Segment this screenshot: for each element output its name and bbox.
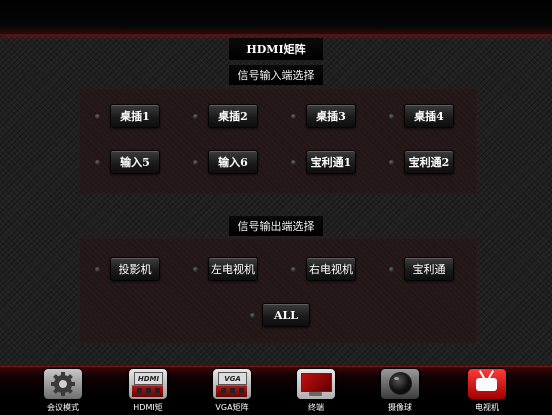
input-2-indicator (193, 114, 198, 119)
tv-icon (467, 368, 507, 400)
nav-item-label: VGA矩阵 (215, 403, 249, 412)
output-section-label: 信号输出端选择 (229, 216, 323, 236)
hdmi-card-icon: HDMI (128, 368, 168, 400)
input-6-button[interactable]: 输入6 (208, 150, 258, 174)
input-7-button[interactable]: 宝利通1 (306, 150, 356, 174)
output-2-indicator (193, 267, 198, 272)
input-7-indicator (291, 160, 296, 165)
nav-item-label: HDMI矩 (133, 403, 163, 412)
nav-item-vga-matrix[interactable]: VGA VGA矩阵 (202, 368, 262, 414)
input-6-indicator (193, 160, 198, 165)
input-1-button[interactable]: 桌插1 (110, 104, 160, 128)
input-3-button[interactable]: 桌插3 (306, 104, 356, 128)
hdmi-card-icon-text: HDMI (134, 372, 163, 385)
output-3-button[interactable]: 右电视机 (306, 257, 356, 281)
nav-item-camera[interactable]: 摄像球 (370, 368, 430, 414)
nav-item-hdmi-matrix[interactable]: HDMI HDMI矩 (118, 368, 178, 414)
vga-card-icon-text: VGA (218, 372, 247, 385)
camera-ball-icon (380, 368, 420, 400)
input-section-label: 信号输入端选择 (229, 65, 323, 85)
input-1-indicator (95, 114, 100, 119)
input-8-indicator (389, 160, 394, 165)
nav-item-label: 摄像球 (388, 403, 412, 412)
input-5-button[interactable]: 输入5 (110, 150, 160, 174)
output-4-button[interactable]: 宝利通 (404, 257, 454, 281)
input-4-indicator (389, 114, 394, 119)
input-5-indicator (95, 160, 100, 165)
output-1-button[interactable]: 投影机 (110, 257, 160, 281)
nav-item-meeting-mode[interactable]: 会议模式 (33, 368, 93, 414)
input-4-button[interactable]: 桌插4 (404, 104, 454, 128)
vga-card-icon: VGA (212, 368, 252, 400)
input-3-indicator (291, 114, 296, 119)
output-4-indicator (389, 267, 394, 272)
monitor-icon (296, 368, 336, 400)
top-bar (0, 0, 552, 35)
gear-icon (43, 368, 83, 400)
page-title: HDMI矩阵 (229, 38, 323, 60)
output-panel (79, 238, 477, 344)
output-3-indicator (291, 267, 296, 272)
nav-item-label: 会议模式 (47, 403, 79, 412)
nav-item-label: 终端 (308, 403, 324, 412)
input-2-button[interactable]: 桌插2 (208, 104, 258, 128)
nav-item-label: 电视机 (475, 403, 499, 412)
nav-item-terminal[interactable]: 终端 (286, 368, 346, 414)
output-all-button[interactable]: ALL (262, 303, 310, 327)
output-all-indicator (250, 313, 255, 318)
nav-item-tv[interactable]: 电视机 (457, 368, 517, 414)
input-8-button[interactable]: 宝利通2 (404, 150, 454, 174)
output-2-button[interactable]: 左电视机 (208, 257, 258, 281)
output-1-indicator (95, 267, 100, 272)
